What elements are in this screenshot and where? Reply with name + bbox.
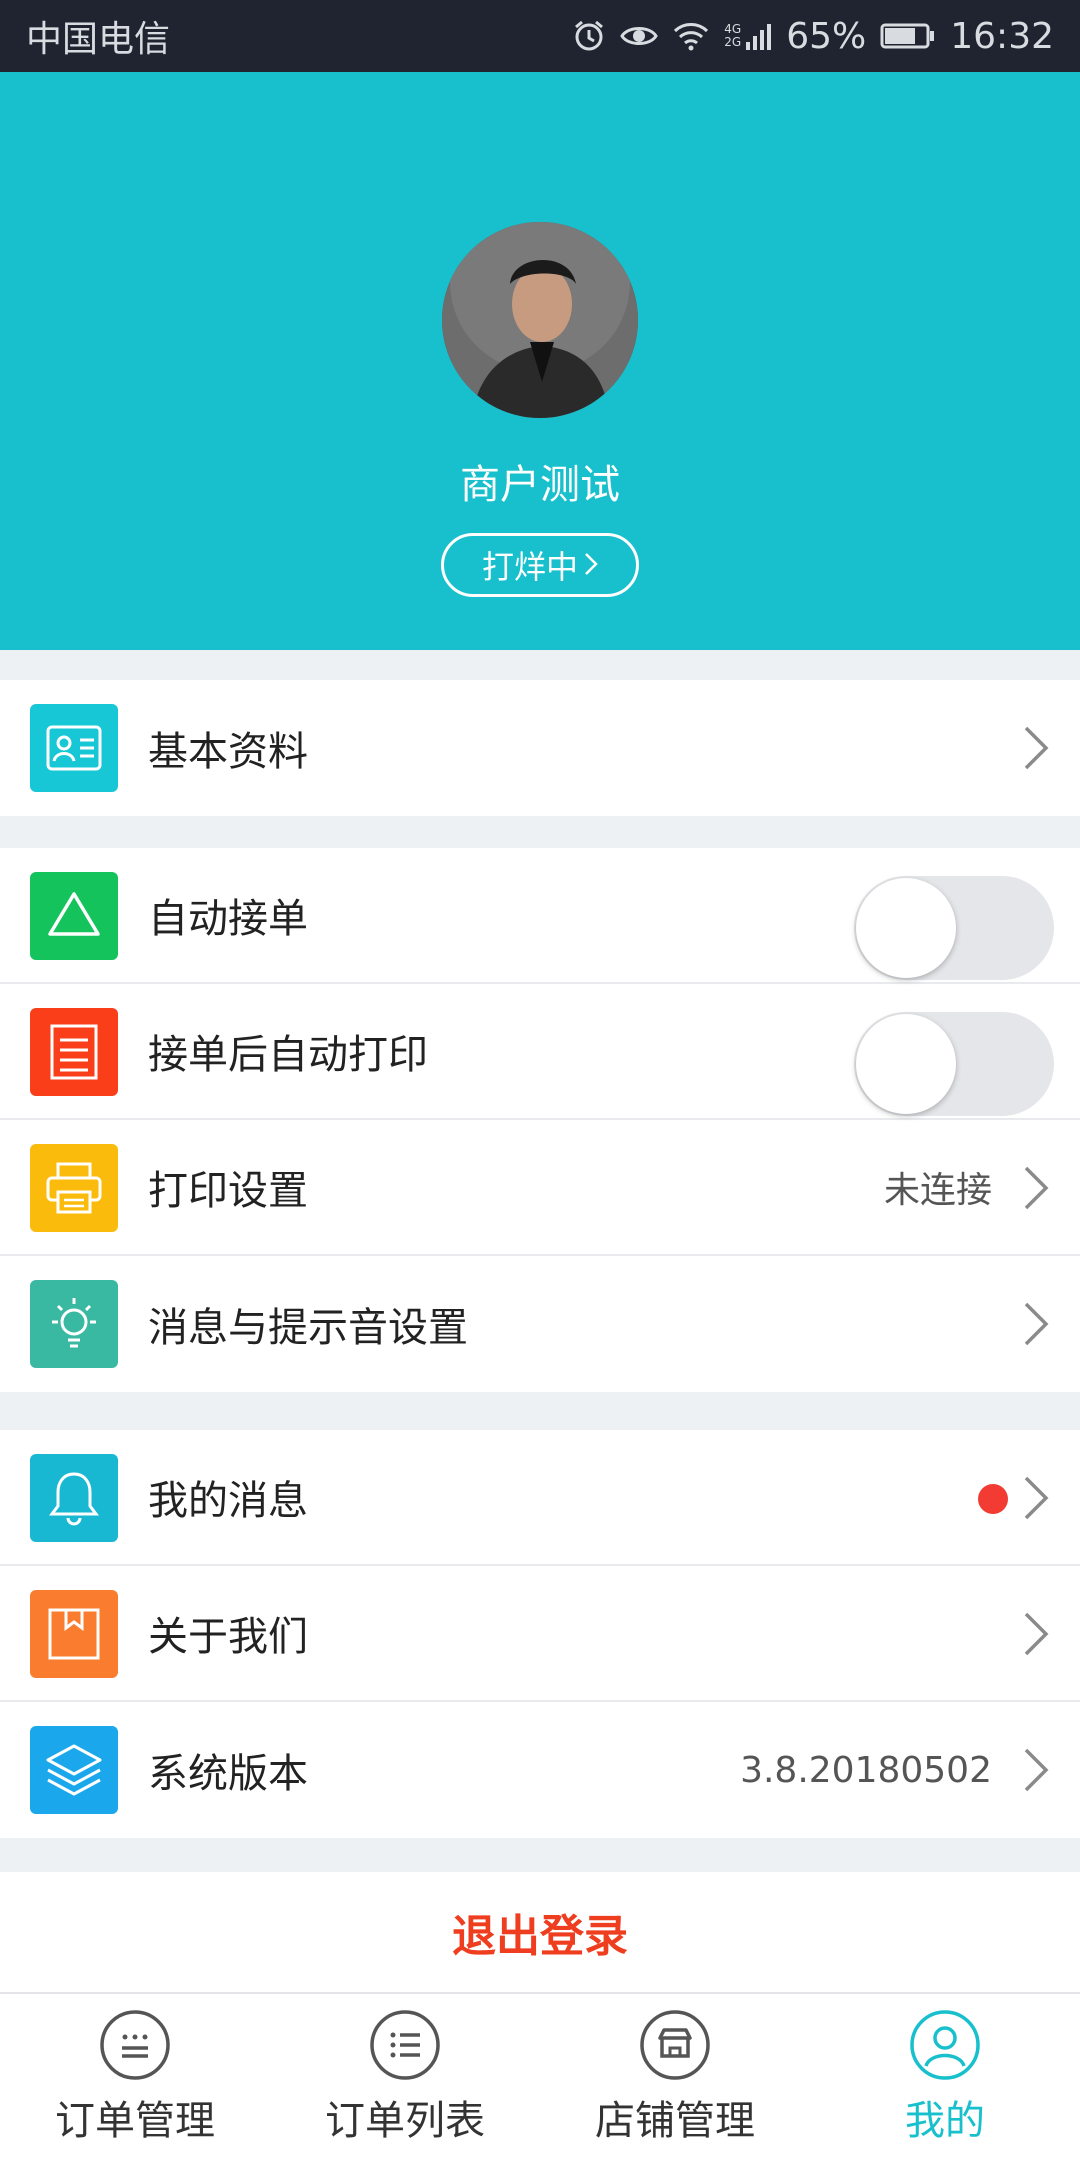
auto-print-label: 接单后自动打印 bbox=[148, 1032, 428, 1078]
signal-icon: 4G 2G bbox=[724, 22, 772, 50]
tab-label: 订单管理 bbox=[55, 2098, 215, 2144]
chevron-right-icon bbox=[1024, 726, 1049, 770]
row-auto-print: 接单后自动打印 bbox=[0, 984, 1080, 1120]
bell-icon bbox=[30, 1454, 118, 1542]
box-icon bbox=[30, 1590, 118, 1678]
chevron-right-icon bbox=[1024, 1612, 1049, 1656]
tab-label: 订单列表 bbox=[325, 2098, 485, 2144]
tab-label: 店铺管理 bbox=[595, 2098, 755, 2144]
clock: 16:32 bbox=[950, 15, 1054, 57]
about-us-label: 关于我们 bbox=[148, 1614, 308, 1660]
printer-icon bbox=[30, 1144, 118, 1232]
system-version-label: 系统版本 bbox=[148, 1751, 308, 1797]
order-manage-icon bbox=[100, 2010, 170, 2080]
user-icon bbox=[910, 2010, 980, 2080]
notification-settings-label: 消息与提示音设置 bbox=[148, 1305, 468, 1351]
chevron-right-icon bbox=[1024, 1166, 1049, 1210]
auto-accept-label: 自动接单 bbox=[148, 896, 308, 942]
merchant-name: 商户测试 bbox=[460, 462, 620, 508]
row-my-messages[interactable]: 我的消息 bbox=[0, 1430, 1080, 1566]
store-icon bbox=[640, 2010, 710, 2080]
tab-label: 我的 bbox=[905, 2098, 985, 2144]
row-auto-accept: 自动接单 bbox=[0, 848, 1080, 984]
row-notification-settings[interactable]: 消息与提示音设置 bbox=[0, 1256, 1080, 1392]
status-icons: 4G 2G 65% 16:32 bbox=[572, 16, 1054, 57]
row-basic-info[interactable]: 基本资料 bbox=[0, 680, 1080, 816]
auto-print-toggle[interactable] bbox=[854, 1012, 1054, 1116]
id-card-icon bbox=[30, 704, 118, 792]
row-system-version[interactable]: 系统版本 3.8.20180502 bbox=[0, 1702, 1080, 1838]
chevron-right-icon bbox=[1024, 1748, 1049, 1792]
auto-accept-toggle[interactable] bbox=[854, 876, 1054, 980]
section-info: 我的消息 关于我们 系统版本 3.8.20180502 bbox=[0, 1430, 1080, 1838]
wifi-icon bbox=[672, 21, 710, 51]
basic-info-label: 基本资料 bbox=[148, 729, 308, 775]
profile-header: 商户测试 打烊中 bbox=[0, 72, 1080, 650]
chevron-right-icon bbox=[1024, 1302, 1049, 1346]
row-about-us[interactable]: 关于我们 bbox=[0, 1566, 1080, 1702]
alarm-icon bbox=[572, 19, 606, 53]
tab-order-management[interactable]: 订单管理 bbox=[0, 1994, 270, 2160]
battery-percent: 65% bbox=[786, 15, 867, 57]
logout-button[interactable]: 退出登录 bbox=[0, 1872, 1080, 1992]
printer-status: 未连接 bbox=[883, 1170, 992, 1211]
row-print-settings[interactable]: 打印设置 未连接 bbox=[0, 1120, 1080, 1256]
eye-icon bbox=[620, 21, 658, 51]
status-bar: 中国电信 4G 2G 65% 16:32 bbox=[0, 0, 1080, 72]
bottom-tab-bar: 订单管理 订单列表 店铺管理 我的 bbox=[0, 1992, 1080, 2160]
chevron-right-icon bbox=[1024, 1476, 1049, 1520]
receipt-icon bbox=[30, 1008, 118, 1096]
print-settings-label: 打印设置 bbox=[148, 1168, 308, 1214]
triangle-icon bbox=[30, 872, 118, 960]
unread-badge bbox=[978, 1484, 1008, 1514]
avatar[interactable] bbox=[442, 222, 638, 418]
store-status-label: 打烊中 bbox=[481, 548, 578, 586]
section-basic: 基本资料 bbox=[0, 680, 1080, 816]
chevron-right-icon bbox=[584, 546, 598, 584]
store-status-button[interactable]: 打烊中 bbox=[441, 533, 639, 597]
carrier-name: 中国电信 bbox=[26, 19, 171, 60]
lightbulb-icon bbox=[30, 1280, 118, 1368]
tab-mine[interactable]: 我的 bbox=[810, 1994, 1080, 2160]
network-type: 4G 2G bbox=[724, 22, 742, 49]
layers-icon bbox=[30, 1726, 118, 1814]
order-list-icon bbox=[370, 2010, 440, 2080]
my-messages-label: 我的消息 bbox=[148, 1478, 308, 1524]
version-number: 3.8.20180502 bbox=[740, 1749, 992, 1791]
battery-icon bbox=[880, 22, 936, 50]
tab-order-list[interactable]: 订单列表 bbox=[270, 1994, 540, 2160]
section-settings: 自动接单 接单后自动打印 打印设置 未连接 消息与提示音设置 bbox=[0, 848, 1080, 1392]
tab-store-management[interactable]: 店铺管理 bbox=[540, 1994, 810, 2160]
